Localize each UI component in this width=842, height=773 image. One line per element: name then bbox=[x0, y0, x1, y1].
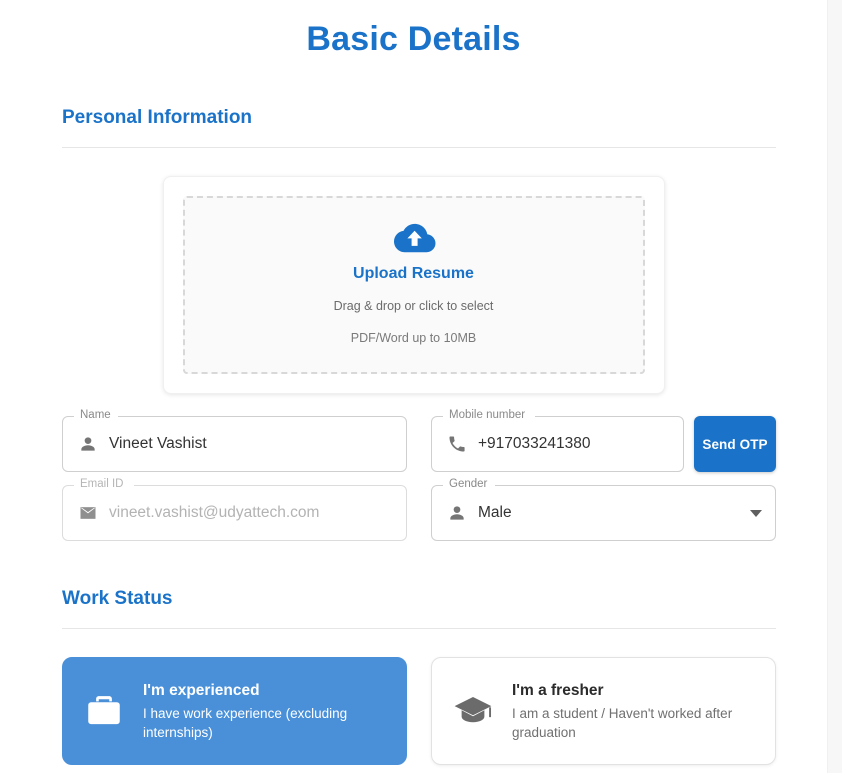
work-status-text: I'm a fresher I am a student / Haven't w… bbox=[512, 681, 757, 742]
personal-details-form: Name Vineet Vashist Mobile number +91703… bbox=[62, 408, 776, 541]
work-status-section: Work Status bbox=[62, 587, 776, 629]
work-status-title: I'm a fresher bbox=[512, 681, 604, 699]
phone-icon bbox=[449, 436, 465, 452]
mobile-field-value: +917033241380 bbox=[478, 435, 591, 452]
section-heading-work-status: Work Status bbox=[62, 588, 173, 609]
personal-information-section: Personal Information bbox=[62, 106, 776, 148]
person-icon bbox=[81, 437, 95, 451]
work-status-option-experienced[interactable]: I'm experienced I have work experience (… bbox=[62, 657, 407, 765]
section-heading-personal-information: Personal Information bbox=[62, 107, 253, 128]
work-status-title: I'm experienced bbox=[143, 681, 260, 699]
gender-field-row: Gender Male bbox=[431, 477, 776, 541]
vertical-scrollbar[interactable] bbox=[827, 0, 842, 773]
section-divider bbox=[62, 628, 776, 629]
page-title: Basic Details bbox=[306, 20, 521, 58]
work-status-description: I am a student / Haven't worked after gr… bbox=[512, 705, 733, 740]
name-field-value: Vineet Vashist bbox=[109, 435, 207, 452]
send-otp-button[interactable]: Send OTP bbox=[694, 416, 776, 472]
upload-resume-title: Upload Resume bbox=[353, 265, 474, 282]
upload-drag-drop-hint: Drag & drop or click to select bbox=[333, 299, 494, 313]
name-field-row: Name Vineet Vashist bbox=[62, 408, 407, 472]
briefcase-icon bbox=[88, 696, 120, 725]
resume-upload-card: Upload Resume Drag & drop or click to se… bbox=[162, 176, 665, 394]
person-icon bbox=[450, 506, 464, 520]
resume-dropzone[interactable]: Upload Resume Drag & drop or click to se… bbox=[182, 196, 645, 374]
upload-file-constraint: PDF/Word up to 10MB bbox=[350, 331, 477, 345]
mobile-number-field[interactable]: Mobile number +917033241380 bbox=[431, 408, 684, 472]
chevron-down-icon[interactable] bbox=[750, 509, 762, 517]
work-status-description: I have work experience (excluding intern… bbox=[143, 705, 348, 740]
cloud-upload-icon bbox=[393, 223, 435, 253]
email-field[interactable]: Email ID vineet.vashist@udyattech.com bbox=[62, 477, 407, 541]
work-status-option-fresher[interactable]: I'm a fresher I am a student / Haven't w… bbox=[431, 657, 776, 765]
gender-select-field[interactable]: Gender Male bbox=[431, 477, 776, 541]
email-field-value: vineet.vashist@udyattech.com bbox=[109, 504, 320, 521]
name-field[interactable]: Name Vineet Vashist bbox=[62, 408, 407, 472]
envelope-icon bbox=[80, 507, 96, 519]
work-status-text: I'm experienced I have work experience (… bbox=[143, 681, 388, 742]
email-field-row: Email ID vineet.vashist@udyattech.com bbox=[62, 477, 407, 541]
graduation-cap-icon bbox=[454, 697, 492, 723]
work-status-options: I'm experienced I have work experience (… bbox=[62, 657, 776, 765]
gender-field-value: Male bbox=[478, 504, 512, 521]
mobile-field-row: Mobile number +917033241380 Send OTP bbox=[431, 408, 776, 472]
page-viewport: Basic Details Personal Information Uploa… bbox=[0, 0, 827, 773]
section-divider bbox=[62, 147, 776, 148]
basic-details-page: Basic Details Personal Information Uploa… bbox=[0, 18, 827, 765]
